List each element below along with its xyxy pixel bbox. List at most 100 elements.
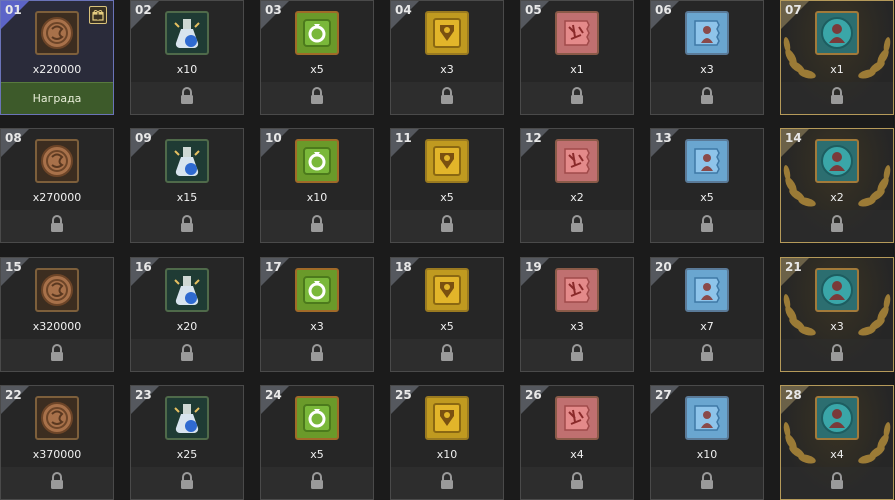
reward-day-08[interactable]: 08 x270000 (0, 128, 114, 243)
reward-day-02[interactable]: 02 x10 (130, 0, 244, 115)
reward-day-07[interactable]: 07 x1 (780, 0, 894, 115)
green-scroll-icon[interactable] (295, 396, 339, 440)
day-number: 28 (785, 388, 802, 402)
reward-quantity: x3 (440, 63, 454, 76)
lock-icon (309, 472, 325, 494)
coin-icon[interactable] (35, 139, 79, 183)
teal-seal-icon[interactable] (815, 396, 859, 440)
reward-day-09[interactable]: 09 x15 (130, 128, 244, 243)
lock-icon (699, 472, 715, 494)
reward-day-18[interactable]: 18 x5 (390, 257, 504, 372)
reward-footer (521, 467, 633, 499)
reward-day-05[interactable]: 05 x1 (520, 0, 634, 115)
teal-seal-icon[interactable] (815, 11, 859, 55)
potion-icon[interactable] (165, 11, 209, 55)
lock-icon (49, 472, 65, 494)
reward-footer (781, 467, 893, 499)
blue-scroll-icon[interactable] (685, 268, 729, 312)
reward-footer (391, 339, 503, 371)
day-number: 26 (525, 388, 542, 402)
green-scroll-icon[interactable] (295, 268, 339, 312)
lock-icon (699, 215, 715, 237)
blue-scroll-icon[interactable] (685, 396, 729, 440)
reward-quantity: x5 (440, 191, 454, 204)
lock-icon (829, 215, 845, 237)
red-scroll-icon[interactable] (555, 268, 599, 312)
reward-day-17[interactable]: 17 x3 (260, 257, 374, 372)
day-number: 13 (655, 131, 672, 145)
reward-quantity: x5 (700, 191, 714, 204)
reward-footer (391, 82, 503, 114)
reward-footer (131, 210, 243, 242)
potion-icon[interactable] (165, 139, 209, 183)
reward-day-11[interactable]: 11 x5 (390, 128, 504, 243)
coin-icon[interactable] (35, 11, 79, 55)
day-number: 23 (135, 388, 152, 402)
lock-icon (439, 344, 455, 366)
reward-quantity: x320000 (32, 320, 82, 333)
reward-day-06[interactable]: 06 x3 (650, 0, 764, 115)
day-number: 16 (135, 260, 152, 274)
red-scroll-icon[interactable] (555, 139, 599, 183)
reward-day-22[interactable]: 22 x370000 (0, 385, 114, 500)
green-scroll-icon[interactable] (295, 11, 339, 55)
gold-chest-icon[interactable] (425, 396, 469, 440)
reward-footer (391, 467, 503, 499)
teal-seal-icon[interactable] (815, 139, 859, 183)
reward-quantity: x25 (176, 448, 198, 461)
reward-day-14[interactable]: 14 x2 (780, 128, 894, 243)
reward-footer (521, 210, 633, 242)
reward-day-12[interactable]: 12 x2 (520, 128, 634, 243)
gold-chest-icon[interactable] (425, 11, 469, 55)
potion-icon[interactable] (165, 396, 209, 440)
potion-icon[interactable] (165, 268, 209, 312)
day-number: 14 (785, 131, 802, 145)
day-number: 10 (265, 131, 282, 145)
claim-button[interactable]: Награда (1, 82, 113, 114)
reward-day-10[interactable]: 10 x10 (260, 128, 374, 243)
day-number: 15 (5, 260, 22, 274)
teal-seal-icon[interactable] (815, 268, 859, 312)
day-number: 19 (525, 260, 542, 274)
reward-day-16[interactable]: 16 x20 (130, 257, 244, 372)
reward-day-15[interactable]: 15 x320000 (0, 257, 114, 372)
green-scroll-icon[interactable] (295, 139, 339, 183)
reward-day-03[interactable]: 03 x5 (260, 0, 374, 115)
lock-icon (179, 87, 195, 109)
reward-day-25[interactable]: 25 x10 (390, 385, 504, 500)
gold-chest-icon[interactable] (425, 139, 469, 183)
lock-icon (569, 215, 585, 237)
lock-icon (569, 472, 585, 494)
reward-footer (521, 82, 633, 114)
reward-quantity: x10 (696, 448, 718, 461)
reward-day-04[interactable]: 04 x3 (390, 0, 504, 115)
lock-icon (309, 87, 325, 109)
reward-day-24[interactable]: 24 x5 (260, 385, 374, 500)
reward-day-13[interactable]: 13 x5 (650, 128, 764, 243)
reward-quantity: x10 (436, 448, 458, 461)
coin-icon[interactable] (35, 396, 79, 440)
red-scroll-icon[interactable] (555, 396, 599, 440)
reward-day-20[interactable]: 20 x7 (650, 257, 764, 372)
reward-day-19[interactable]: 19 x3 (520, 257, 634, 372)
day-number: 20 (655, 260, 672, 274)
reward-footer (131, 82, 243, 114)
day-number: 05 (525, 3, 542, 17)
reward-day-26[interactable]: 26 x4 (520, 385, 634, 500)
reward-quantity: x1 (570, 63, 584, 76)
lock-icon (49, 344, 65, 366)
reward-day-23[interactable]: 23 x25 (130, 385, 244, 500)
coin-icon[interactable] (35, 268, 79, 312)
lock-icon (439, 472, 455, 494)
reward-quantity: x10 (176, 63, 198, 76)
reward-day-01[interactable]: 01 x220000 Награда (0, 0, 114, 115)
reward-day-21[interactable]: 21 x3 (780, 257, 894, 372)
reward-day-28[interactable]: 28 x4 (780, 385, 894, 500)
blue-scroll-icon[interactable] (685, 139, 729, 183)
blue-scroll-icon[interactable] (685, 11, 729, 55)
red-scroll-icon[interactable] (555, 11, 599, 55)
gift-icon[interactable] (89, 6, 107, 24)
reward-day-27[interactable]: 27 x10 (650, 385, 764, 500)
day-number: 01 (5, 3, 22, 17)
gold-chest-icon[interactable] (425, 268, 469, 312)
